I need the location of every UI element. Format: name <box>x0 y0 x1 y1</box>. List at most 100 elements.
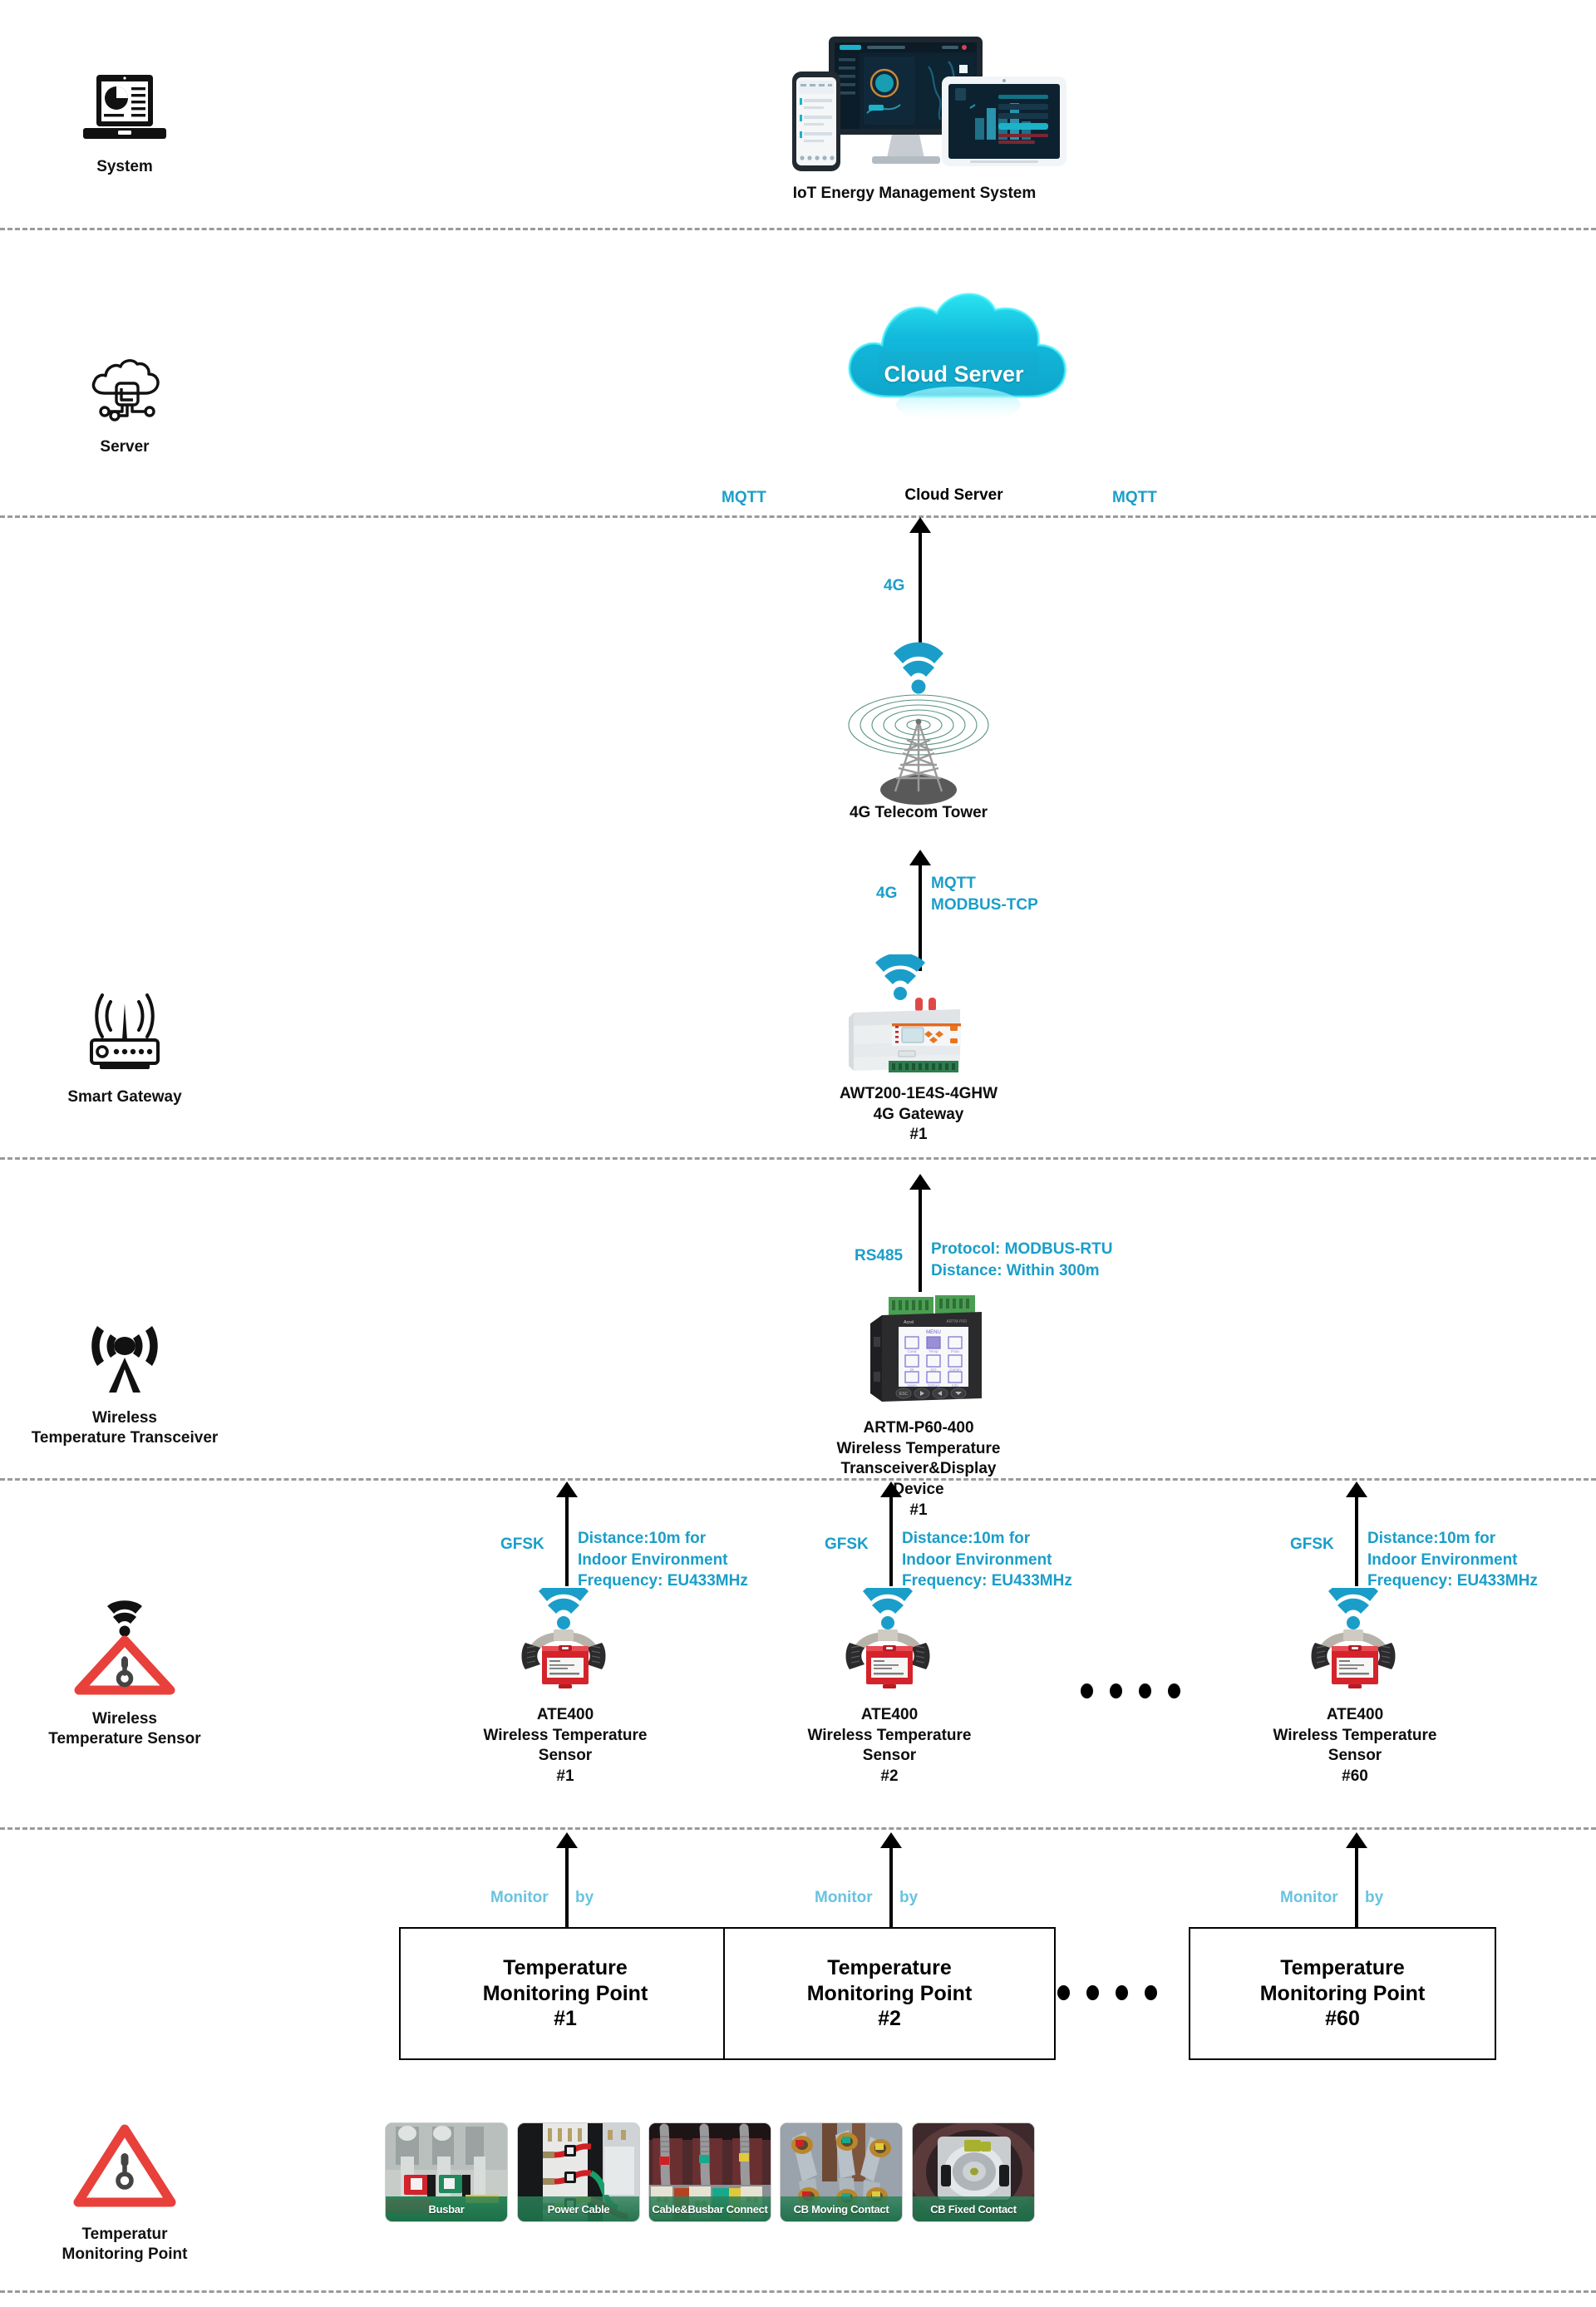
system-architecture-diagram: System Server Smart Gateway Wireless Tem… <box>0 0 1596 2307</box>
band-separator-bottom <box>0 2290 1596 2293</box>
protocol-gfsk-2: GFSK <box>825 1536 869 1553</box>
protocol-mqtt-right: MQTT <box>1112 489 1157 506</box>
monitoring-point-box-60[interactable]: Temperature Monitoring Point #60 <box>1189 1927 1496 2060</box>
sensor-60-caption: ATE400 Wireless Temperature Sensor #60 <box>1273 1706 1437 1786</box>
band-separator-system <box>0 228 1596 230</box>
node-sensor-1: ATE400 Wireless Temperature Sensor #1 <box>466 1581 665 1787</box>
node-sensor-2: ATE400 Wireless Temperature Sensor #2 <box>790 1581 989 1787</box>
connector-mp60-to-sensor60 <box>1355 1846 1358 1929</box>
cloud-server-caption: Cloud Server <box>904 486 1003 504</box>
svg-text:Acrel: Acrel <box>904 1320 914 1325</box>
protocol-4g-gateway: 4G <box>876 885 898 902</box>
photo-card-cable-busbar-connect[interactable]: Cable&Busbar Connect <box>648 2122 771 2222</box>
protocol-gfsk-1: GFSK <box>500 1536 544 1553</box>
monitor-label-2a: Monitor <box>815 1889 873 1906</box>
transceiver-caption: ARTM-P60-400 Wireless Temperature Transc… <box>836 1419 1001 1519</box>
protocol-sensor-link-60: Distance:10m for Indoor Environment Freq… <box>1367 1530 1538 1590</box>
node-sensor-60: ATE400 Wireless Temperature Sensor #60 <box>1255 1581 1455 1787</box>
photo-caption-cb-fixed-contact: CB Fixed Contact <box>913 2196 1034 2221</box>
arrow-mp2-up <box>880 1832 902 1848</box>
connector-sensor60-to-transceiver <box>1355 1496 1358 1586</box>
sensor-row-ellipsis <box>1081 1683 1180 1698</box>
photo-caption-cable-busbar-connect: Cable&Busbar Connect <box>649 2196 771 2221</box>
protocol-rs485: RS485 <box>855 1247 904 1264</box>
photo-card-power-cable[interactable]: Power Cable <box>517 2122 640 2222</box>
gateway-device-illustration <box>819 953 1018 1079</box>
rail-item-smart-gateway: Smart Gateway <box>0 992 249 1107</box>
monitor-label-2b: by <box>899 1889 919 1906</box>
monitoring-point-box-1[interactable]: Temperature Monitoring Point #1 <box>399 1927 732 2060</box>
monitoring-point-ellipsis <box>1057 1985 1157 2000</box>
rail-label-wireless-sensor: Wireless Temperature Sensor <box>48 1710 201 1748</box>
monitor-label-1a: Monitor <box>490 1889 549 1906</box>
rail-label-smart-gateway: Smart Gateway <box>67 1088 182 1106</box>
rail-item-server: Server <box>0 353 249 457</box>
monitor-label-1b: by <box>575 1889 594 1906</box>
laptop-chart-icon <box>81 73 168 149</box>
monitor-label-60b: by <box>1365 1889 1384 1906</box>
arrow-sensor60-up <box>1346 1481 1367 1497</box>
rail-item-system: System <box>0 73 249 177</box>
svg-text:MENU: MENU <box>926 1330 941 1335</box>
svg-text:Debug: Debug <box>928 1383 939 1388</box>
rail-label-system: System <box>96 158 153 175</box>
svg-text:Info: Info <box>952 1383 958 1388</box>
cloud-server-graphic: Cloud Server <box>848 293 1066 428</box>
photo-card-busbar[interactable]: Busbar <box>385 2122 508 2222</box>
connector-transceiver-to-gateway <box>919 1189 922 1292</box>
arrow-mp60-up <box>1346 1832 1367 1848</box>
arrow-transceiver-to-gateway <box>909 1174 931 1190</box>
photo-card-cb-fixed-contact[interactable]: CB Fixed Contact <box>912 2122 1035 2222</box>
svg-text:ARTM-P60: ARTM-P60 <box>946 1319 967 1324</box>
antenna-tower-icon <box>79 1316 170 1400</box>
arrow-sensor1-up <box>556 1481 578 1497</box>
photo-caption-cb-moving-contact: CB Moving Contact <box>781 2196 902 2221</box>
arrow-sensor2-up <box>880 1481 902 1497</box>
band-separator-transceiver <box>0 1478 1596 1481</box>
warning-thermometer-icon <box>71 2122 178 2216</box>
band-separator-server <box>0 515 1596 518</box>
cloud-server-badge: Cloud Server <box>884 362 1024 387</box>
svg-text:Temp: Temp <box>929 1349 938 1353</box>
gateway-caption: AWT200-1E4S-4GHW 4G Gateway #1 <box>839 1085 998 1144</box>
svg-text:Comm: Comm <box>949 1368 961 1372</box>
rail-item-wireless-sensor: Wireless Temperature Sensor <box>0 1590 249 1749</box>
protocol-gfsk-60: GFSK <box>1290 1536 1334 1553</box>
rail-item-wireless-transceiver: Wireless Temperature Transceiver <box>0 1316 249 1448</box>
node-iot-system: IoT Energy Management System <box>752 25 1076 205</box>
transceiver-device-illustration: MENU CondTempPara DIDOComm AlarmDeb <box>819 1289 1018 1413</box>
monitor-label-60a: Monitor <box>1280 1889 1338 1906</box>
photo-caption-power-cable: Power Cable <box>518 2196 639 2221</box>
node-4g-gateway: AWT200-1E4S-4GHW 4G Gateway #1 <box>819 953 1018 1146</box>
rail-item-monitoring-point: Temperatur Monitoring Point <box>0 2122 249 2265</box>
wifi-warning-thermometer-icon <box>71 1590 179 1701</box>
iot-system-caption: IoT Energy Management System <box>792 185 1037 202</box>
sensor-2-caption: ATE400 Wireless Temperature Sensor #2 <box>807 1706 972 1786</box>
router-icon <box>71 992 178 1079</box>
node-4g-telecom-tower: 4G Telecom Tower <box>819 632 1018 824</box>
svg-text:Alarm: Alarm <box>907 1383 917 1388</box>
svg-text:Cond: Cond <box>908 1349 917 1353</box>
photo-card-cb-moving-contact[interactable]: CB Moving Contact <box>780 2122 903 2222</box>
protocol-mqtt-modbus-tcp: MQTT MODBUS-TCP <box>931 875 1038 914</box>
node-transceiver: MENU CondTempPara DIDOComm AlarmDeb <box>819 1289 1018 1521</box>
sensor-2-illustration <box>790 1581 989 1700</box>
monitoring-point-box-2[interactable]: Temperature Monitoring Point #2 <box>723 1927 1056 2060</box>
svg-text:DI: DI <box>910 1368 914 1372</box>
cloud-server-icon <box>85 353 165 429</box>
sensor-1-illustration <box>466 1581 665 1700</box>
svg-text:ESC: ESC <box>899 1392 909 1397</box>
rail-label-monitoring-point: Temperatur Monitoring Point <box>62 2226 188 2263</box>
connector-mp1-to-sensor1 <box>565 1846 569 1929</box>
protocol-sensor-link-2: Distance:10m for Indoor Environment Freq… <box>902 1530 1072 1590</box>
band-separator-gateway <box>0 1157 1596 1160</box>
arrow-mp1-up <box>556 1832 578 1848</box>
rail-label-server: Server <box>100 438 150 456</box>
band-separator-sensor <box>0 1827 1596 1830</box>
protocol-modbus-rtu: Protocol: MODBUS-RTU Distance: Within 30… <box>931 1240 1113 1279</box>
connector-sensor1-to-transceiver <box>565 1496 569 1586</box>
rail-label-wireless-transceiver: Wireless Temperature Transceiver <box>31 1409 219 1447</box>
protocol-sensor-link-1: Distance:10m for Indoor Environment Freq… <box>578 1530 748 1590</box>
arrow-tower-to-cloud <box>909 517 931 533</box>
svg-text:DO: DO <box>931 1368 937 1372</box>
